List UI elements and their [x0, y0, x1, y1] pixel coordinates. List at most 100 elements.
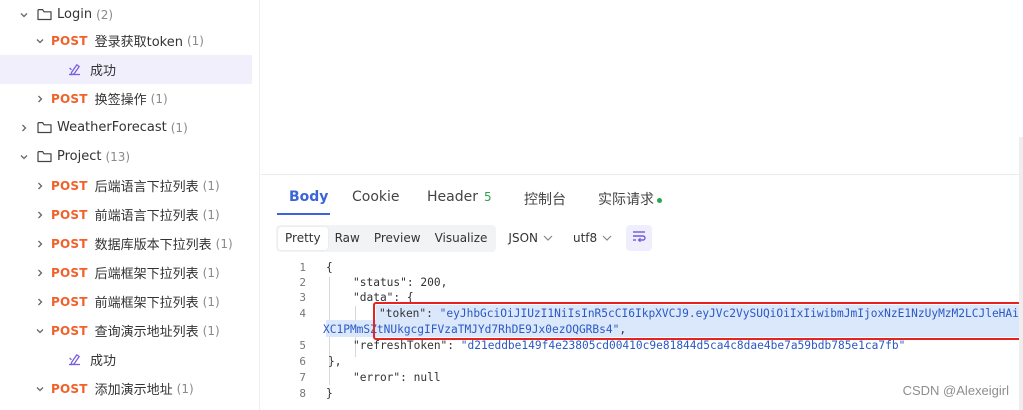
- tab-body[interactable]: Body: [289, 189, 328, 205]
- json-key-refreshtoken: "refreshToken": [353, 339, 448, 352]
- http-method-badge: POST: [51, 323, 88, 338]
- status-dot-icon: [657, 197, 662, 203]
- item-count: (1): [170, 120, 188, 135]
- chevron-right-icon[interactable]: [35, 94, 45, 104]
- tab-header-label: Header: [427, 189, 478, 205]
- view-mode-segmented: Pretty Raw Preview Visualize: [276, 224, 497, 252]
- tree-api-item[interactable]: POST 后端语言下拉列表 (1): [0, 171, 252, 200]
- example-name: 成功: [90, 64, 117, 79]
- item-count: (1): [150, 91, 168, 106]
- item-count: (1): [202, 178, 220, 193]
- http-method-badge: POST: [51, 33, 88, 48]
- tree-api-item[interactable]: POST 数据库版本下拉列表 (1): [0, 229, 252, 258]
- api-name: 换签操作: [94, 93, 147, 108]
- folder-icon: [37, 121, 52, 134]
- folder-label: Login: [57, 7, 93, 22]
- view-visualize-button[interactable]: Visualize: [428, 227, 495, 250]
- api-name: 添加演示地址: [94, 383, 173, 398]
- tree-api-item[interactable]: POST 后端框架下拉列表 (1): [0, 258, 252, 287]
- tab-actual-request-label: 实际请求: [598, 192, 654, 208]
- example-response-icon: [67, 62, 82, 77]
- item-count: (13): [105, 149, 131, 164]
- format-select-value: JSON: [508, 231, 538, 245]
- item-count: (1): [202, 265, 220, 280]
- tree-api-item[interactable]: POST 前端语言下拉列表 (1): [0, 200, 252, 229]
- active-tab-indicator: [277, 213, 330, 215]
- view-raw-button[interactable]: Raw: [328, 227, 367, 250]
- view-preview-button[interactable]: Preview: [367, 227, 428, 250]
- tab-actual-request[interactable]: 实际请求: [598, 189, 662, 209]
- tree-api-item[interactable]: POST 登录获取token (1): [0, 26, 252, 55]
- chevron-right-icon[interactable]: [35, 239, 45, 249]
- json-value-status: 200: [420, 276, 441, 289]
- http-method-badge: POST: [51, 207, 88, 222]
- chevron-right-icon[interactable]: [35, 297, 45, 307]
- response-toolbar: Pretty Raw Preview Visualize JSON utf8: [276, 224, 653, 252]
- encoding-select-value: utf8: [572, 231, 598, 245]
- folder-icon: [37, 8, 52, 21]
- chevron-right-icon[interactable]: [35, 181, 45, 191]
- json-value-error: null: [413, 371, 441, 384]
- encoding-select[interactable]: utf8: [573, 225, 612, 252]
- word-wrap-button[interactable]: [626, 225, 653, 251]
- view-pretty-button[interactable]: Pretty: [278, 226, 328, 250]
- tab-header[interactable]: Header 5: [427, 189, 492, 205]
- watermark: CSDN @Alexeigirl: [902, 383, 1009, 398]
- chevron-down-icon[interactable]: [35, 36, 45, 46]
- request-panel-blank: [261, 0, 1023, 175]
- tree-api-item[interactable]: POST 查询演示地址列表 (1): [0, 316, 252, 345]
- line-number: 7: [299, 371, 306, 384]
- http-method-badge: POST: [51, 178, 88, 193]
- code-line-5: "refreshToken": "d21eddbe149f4e23805cd00…: [353, 339, 906, 352]
- code-line-1: {: [326, 261, 333, 274]
- chevron-down-icon[interactable]: [35, 326, 45, 336]
- line-number: 6: [299, 355, 306, 368]
- api-name: 前端语言下拉列表: [94, 209, 199, 224]
- api-name: 前端框架下拉列表: [94, 296, 199, 311]
- chevron-down-icon[interactable]: [35, 384, 45, 394]
- tree-folder-project[interactable]: Project (13): [0, 142, 252, 171]
- tree-folder-login[interactable]: Login (2): [0, 0, 252, 29]
- token-annotation-box: [373, 302, 1022, 340]
- api-client-window: Login (2) POST 登录获取token (1) 成功 POST 换签操作 (1) Wea…: [0, 0, 1023, 410]
- tree-example-item[interactable]: 成功: [0, 55, 252, 84]
- example-name: 成功: [90, 354, 117, 369]
- api-name: 后端框架下拉列表: [94, 267, 199, 282]
- code-line-2: "status": 200,: [353, 276, 448, 289]
- chevron-right-icon[interactable]: [35, 268, 45, 278]
- chevron-down-icon[interactable]: [19, 10, 29, 20]
- line-number: 4: [299, 307, 306, 320]
- item-count: (1): [186, 33, 204, 48]
- chevron-right-icon[interactable]: [35, 210, 45, 220]
- chevron-down-icon[interactable]: [19, 152, 29, 162]
- code-line-8: }: [326, 387, 333, 400]
- item-count: (2): [96, 7, 114, 22]
- response-tabs: Body Cookie Header 5 控制台 实际请求: [261, 175, 1023, 219]
- http-method-badge: POST: [51, 91, 88, 106]
- api-tree-sidebar: Login (2) POST 登录获取token (1) 成功 POST 换签操作 (1) Wea…: [0, 0, 260, 410]
- tree-example-item[interactable]: 成功: [0, 345, 252, 374]
- http-method-badge: POST: [51, 381, 88, 396]
- code-line-7: "error": null: [353, 371, 441, 384]
- http-method-badge: POST: [51, 265, 88, 280]
- json-value-refreshtoken: "d21eddbe149f4e23805cd00410c9e81844d5ca4…: [460, 339, 906, 352]
- tab-console[interactable]: 控制台: [524, 189, 566, 209]
- tree-api-item[interactable]: POST 添加演示地址 (1): [0, 374, 252, 403]
- header-count-badge: 5: [483, 190, 492, 204]
- tree-api-item[interactable]: POST 换签操作 (1): [0, 84, 252, 113]
- vertical-scrollbar[interactable]: [1019, 137, 1023, 410]
- tree-api-item[interactable]: POST 前端框架下拉列表 (1): [0, 287, 252, 316]
- chevron-right-icon[interactable]: [19, 123, 29, 133]
- format-select[interactable]: JSON: [508, 225, 553, 252]
- api-name: 登录获取token: [94, 35, 183, 50]
- folder-label: Project: [57, 149, 102, 164]
- chevron-down-icon: [602, 233, 612, 244]
- item-count: (1): [202, 207, 220, 222]
- item-count: (1): [215, 236, 233, 251]
- example-response-icon: [67, 352, 82, 367]
- api-name: 数据库版本下拉列表: [94, 238, 212, 253]
- tab-cookie[interactable]: Cookie: [352, 189, 400, 205]
- code-line-6: },: [328, 355, 342, 368]
- line-number: 5: [299, 339, 306, 352]
- tree-folder-weatherforecast[interactable]: WeatherForecast (1): [0, 113, 252, 142]
